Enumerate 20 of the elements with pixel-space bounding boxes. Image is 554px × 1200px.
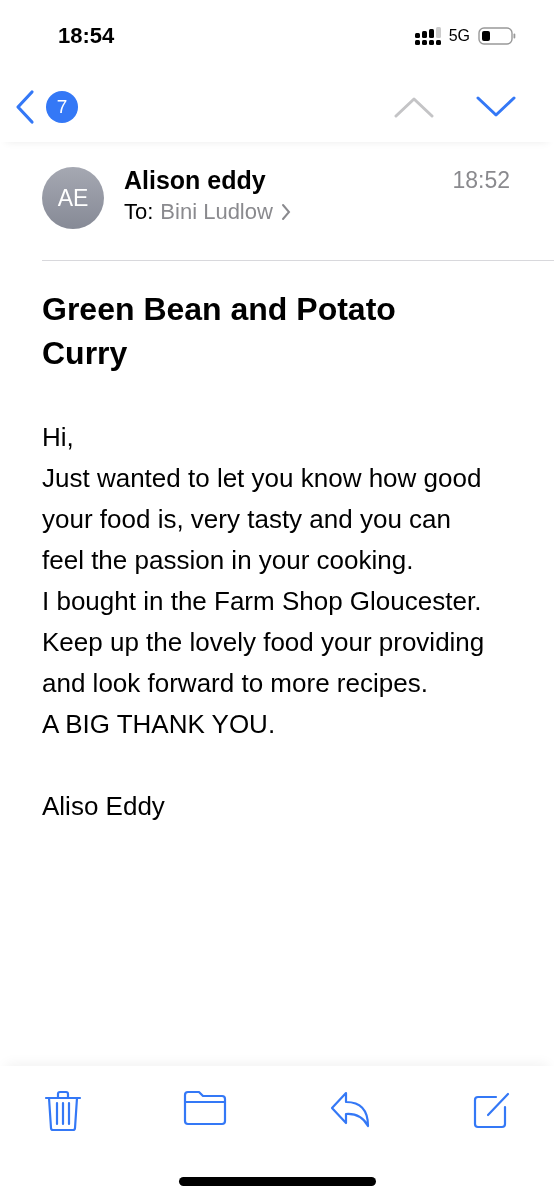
chevron-icon bbox=[280, 203, 291, 221]
folder-icon[interactable] bbox=[183, 1090, 228, 1126]
sender-avatar: AE bbox=[42, 167, 104, 229]
clock-time: 18:54 bbox=[58, 23, 115, 49]
reply-icon[interactable] bbox=[328, 1090, 371, 1128]
next-message-button[interactable] bbox=[476, 96, 516, 118]
compose-icon[interactable] bbox=[472, 1090, 512, 1130]
signal-icon bbox=[414, 27, 441, 45]
sender-name: Alison eddy bbox=[124, 165, 267, 196]
message-time: 18:52 bbox=[452, 166, 510, 195]
to-label: To: bbox=[124, 198, 154, 226]
email-body-paragraph: Hi, Just wanted to let you know how good your food is, very tasty and you can feel the passion in your cooking. I bought in the Farm Shop Gloucester. Keep up the lovely food your providing and look forward to more recipes. A BIG THANK YOU. bbox=[42, 421, 486, 741]
trash-icon[interactable] bbox=[44, 1090, 82, 1132]
email-subject: Green Bean and Potato Curry bbox=[42, 290, 397, 373]
network-type: 5G bbox=[448, 27, 470, 45]
recipient-link[interactable]: Bini Ludlow bbox=[160, 196, 291, 228]
email-body-paragraph: Aliso Eddy bbox=[42, 790, 166, 823]
battery-icon bbox=[478, 27, 516, 45]
back-button[interactable] bbox=[14, 89, 36, 125]
unread-count-badge: 7 bbox=[46, 91, 78, 123]
